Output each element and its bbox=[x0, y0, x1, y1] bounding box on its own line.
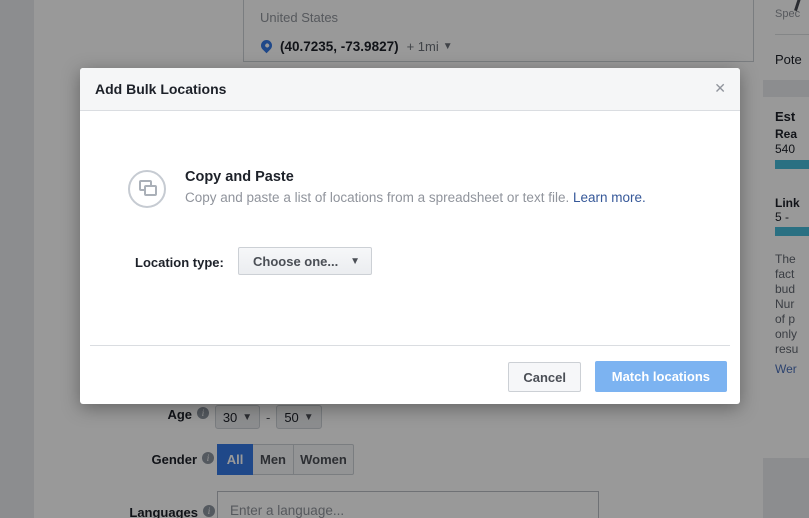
copy-icon-front-sheet bbox=[144, 185, 157, 196]
close-icon[interactable]: ✕ bbox=[714, 81, 726, 95]
location-type-value: Choose one... bbox=[253, 253, 339, 269]
match-locations-button[interactable]: Match locations bbox=[594, 361, 727, 392]
location-type-label: Location type: bbox=[135, 255, 224, 270]
copy-paste-icon bbox=[128, 170, 166, 208]
cancel-button[interactable]: Cancel bbox=[508, 362, 581, 392]
copy-paste-description: Copy and paste a list of locations from … bbox=[185, 190, 646, 205]
dialog-header: Add Bulk Locations ✕ bbox=[80, 68, 740, 111]
chevron-down-icon: ▼ bbox=[350, 255, 360, 267]
copy-paste-heading: Copy and Paste bbox=[185, 169, 294, 185]
footer-divider bbox=[90, 345, 730, 346]
learn-more-link[interactable]: Learn more. bbox=[573, 190, 646, 205]
add-bulk-locations-dialog: Add Bulk Locations ✕ Copy and Paste Copy… bbox=[80, 68, 740, 404]
description-text: Copy and paste a list of locations from … bbox=[185, 190, 573, 205]
dialog-title: Add Bulk Locations bbox=[95, 81, 227, 97]
location-type-select[interactable]: Choose one... ▼ bbox=[238, 247, 372, 275]
